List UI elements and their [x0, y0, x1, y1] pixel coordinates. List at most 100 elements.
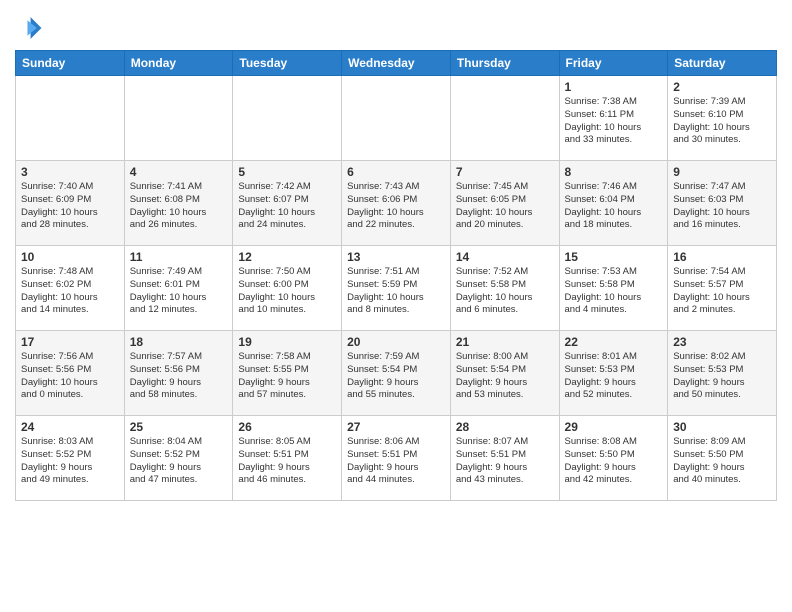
day-info: Sunrise: 7:41 AM Sunset: 6:08 PM Dayligh…: [130, 181, 228, 232]
day-number: 24: [21, 420, 119, 434]
calendar-cell: 5Sunrise: 7:42 AM Sunset: 6:07 PM Daylig…: [233, 161, 342, 246]
day-number: 11: [130, 250, 228, 264]
page-header: [15, 10, 777, 42]
day-number: 27: [347, 420, 445, 434]
calendar-cell: 14Sunrise: 7:52 AM Sunset: 5:58 PM Dayli…: [450, 246, 559, 331]
calendar-cell: 8 Sunrise: 7:46 AM Sunset: 6:04 PM Daylig…: [559, 161, 668, 246]
weekday-header-saturday: Saturday: [668, 51, 777, 76]
day-number: 25: [130, 420, 228, 434]
calendar-cell: 21Sunrise: 8:00 AM Sunset: 5:54 PM Dayli…: [450, 331, 559, 416]
day-info: Sunrise: 8:01 AM Sunset: 5:53 PM Dayligh…: [565, 351, 663, 402]
day-number: 28: [456, 420, 554, 434]
calendar-cell: [233, 76, 342, 161]
calendar-week-3: 10 Sunrise: 7:48 AM Sunset: 6:02 PM Dayli…: [16, 246, 777, 331]
weekday-header-friday: Friday: [559, 51, 668, 76]
weekday-header-tuesday: Tuesday: [233, 51, 342, 76]
day-info: Sunrise: 8:02 AM Sunset: 5:53 PM Dayligh…: [673, 351, 771, 402]
day-info: Sunrise: 8:03 AM Sunset: 5:52 PM Dayligh…: [21, 436, 119, 487]
calendar-cell: 24 Sunrise: 8:03 AM Sunset: 5:52 PM Dayli…: [16, 416, 125, 501]
day-info: Sunrise: 7:58 AM Sunset: 5:55 PM Dayligh…: [238, 351, 336, 402]
calendar-cell: 19 Sunrise: 7:58 AM Sunset: 5:55 PM Dayli…: [233, 331, 342, 416]
calendar-cell: 9Sunrise: 7:47 AM Sunset: 6:03 PM Daylig…: [668, 161, 777, 246]
day-info: Sunrise: 7:38 AM Sunset: 6:11 PM Dayligh…: [565, 96, 663, 147]
calendar-cell: 15 Sunrise: 7:53 AM Sunset: 5:58 PM Dayli…: [559, 246, 668, 331]
day-info: Sunrise: 8:05 AM Sunset: 5:51 PM Dayligh…: [238, 436, 336, 487]
day-info: Sunrise: 7:42 AM Sunset: 6:07 PM Dayligh…: [238, 181, 336, 232]
day-number: 22: [565, 335, 663, 349]
day-info: Sunrise: 7:45 AM Sunset: 6:05 PM Dayligh…: [456, 181, 554, 232]
calendar-cell: 29 Sunrise: 8:08 AM Sunset: 5:50 PM Dayli…: [559, 416, 668, 501]
day-number: 14: [456, 250, 554, 264]
day-info: Sunrise: 8:08 AM Sunset: 5:50 PM Dayligh…: [565, 436, 663, 487]
day-number: 6: [347, 165, 445, 179]
day-number: 2: [673, 80, 771, 94]
calendar-cell: [342, 76, 451, 161]
day-number: 16: [673, 250, 771, 264]
calendar-cell: 26 Sunrise: 8:05 AM Sunset: 5:51 PM Dayli…: [233, 416, 342, 501]
calendar-week-2: 3Sunrise: 7:40 AM Sunset: 6:09 PM Daylig…: [16, 161, 777, 246]
day-number: 15: [565, 250, 663, 264]
day-info: Sunrise: 7:40 AM Sunset: 6:09 PM Dayligh…: [21, 181, 119, 232]
day-number: 18: [130, 335, 228, 349]
calendar-week-4: 17Sunrise: 7:56 AM Sunset: 5:56 PM Dayli…: [16, 331, 777, 416]
calendar-cell: 22 Sunrise: 8:01 AM Sunset: 5:53 PM Dayli…: [559, 331, 668, 416]
day-info: Sunrise: 7:39 AM Sunset: 6:10 PM Dayligh…: [673, 96, 771, 147]
weekday-header-thursday: Thursday: [450, 51, 559, 76]
calendar-cell: 17Sunrise: 7:56 AM Sunset: 5:56 PM Dayli…: [16, 331, 125, 416]
calendar-week-5: 24 Sunrise: 8:03 AM Sunset: 5:52 PM Dayli…: [16, 416, 777, 501]
calendar-cell: [450, 76, 559, 161]
weekday-header-monday: Monday: [124, 51, 233, 76]
day-info: Sunrise: 8:07 AM Sunset: 5:51 PM Dayligh…: [456, 436, 554, 487]
day-number: 19: [238, 335, 336, 349]
calendar-cell: 3Sunrise: 7:40 AM Sunset: 6:09 PM Daylig…: [16, 161, 125, 246]
calendar-cell: 13 Sunrise: 7:51 AM Sunset: 5:59 PM Dayli…: [342, 246, 451, 331]
day-info: Sunrise: 7:49 AM Sunset: 6:01 PM Dayligh…: [130, 266, 228, 317]
calendar-cell: 7 Sunrise: 7:45 AM Sunset: 6:05 PM Daylig…: [450, 161, 559, 246]
calendar-cell: 4 Sunrise: 7:41 AM Sunset: 6:08 PM Daylig…: [124, 161, 233, 246]
day-info: Sunrise: 7:54 AM Sunset: 5:57 PM Dayligh…: [673, 266, 771, 317]
day-number: 8: [565, 165, 663, 179]
calendar-header-row: SundayMondayTuesdayWednesdayThursdayFrid…: [16, 51, 777, 76]
day-info: Sunrise: 7:46 AM Sunset: 6:04 PM Dayligh…: [565, 181, 663, 232]
logo-icon: [15, 14, 43, 42]
day-number: 9: [673, 165, 771, 179]
calendar-cell: 30 Sunrise: 8:09 AM Sunset: 5:50 PM Dayli…: [668, 416, 777, 501]
calendar-cell: 10 Sunrise: 7:48 AM Sunset: 6:02 PM Dayli…: [16, 246, 125, 331]
day-info: Sunrise: 8:09 AM Sunset: 5:50 PM Dayligh…: [673, 436, 771, 487]
day-number: 4: [130, 165, 228, 179]
day-number: 20: [347, 335, 445, 349]
day-info: Sunrise: 7:50 AM Sunset: 6:00 PM Dayligh…: [238, 266, 336, 317]
calendar-cell: 16 Sunrise: 7:54 AM Sunset: 5:57 PM Dayli…: [668, 246, 777, 331]
calendar-cell: 23Sunrise: 8:02 AM Sunset: 5:53 PM Dayli…: [668, 331, 777, 416]
calendar-cell: [124, 76, 233, 161]
day-info: Sunrise: 8:06 AM Sunset: 5:51 PM Dayligh…: [347, 436, 445, 487]
calendar-cell: 6 Sunrise: 7:43 AM Sunset: 6:06 PM Daylig…: [342, 161, 451, 246]
day-info: Sunrise: 7:53 AM Sunset: 5:58 PM Dayligh…: [565, 266, 663, 317]
calendar-cell: 20 Sunrise: 7:59 AM Sunset: 5:54 PM Dayli…: [342, 331, 451, 416]
day-number: 30: [673, 420, 771, 434]
calendar-cell: 28 Sunrise: 8:07 AM Sunset: 5:51 PM Dayli…: [450, 416, 559, 501]
day-number: 12: [238, 250, 336, 264]
calendar-cell: 1 Sunrise: 7:38 AM Sunset: 6:11 PM Daylig…: [559, 76, 668, 161]
day-number: 26: [238, 420, 336, 434]
day-number: 21: [456, 335, 554, 349]
day-number: 13: [347, 250, 445, 264]
weekday-header-sunday: Sunday: [16, 51, 125, 76]
day-number: 7: [456, 165, 554, 179]
day-info: Sunrise: 7:51 AM Sunset: 5:59 PM Dayligh…: [347, 266, 445, 317]
calendar-cell: 27 Sunrise: 8:06 AM Sunset: 5:51 PM Dayli…: [342, 416, 451, 501]
day-number: 10: [21, 250, 119, 264]
calendar-cell: 2 Sunrise: 7:39 AM Sunset: 6:10 PM Daylig…: [668, 76, 777, 161]
calendar-week-1: 1 Sunrise: 7:38 AM Sunset: 6:11 PM Daylig…: [16, 76, 777, 161]
weekday-header-wednesday: Wednesday: [342, 51, 451, 76]
calendar-table: SundayMondayTuesdayWednesdayThursdayFrid…: [15, 50, 777, 501]
day-number: 1: [565, 80, 663, 94]
day-number: 17: [21, 335, 119, 349]
calendar-cell: 12 Sunrise: 7:50 AM Sunset: 6:00 PM Dayli…: [233, 246, 342, 331]
logo: [15, 14, 47, 42]
day-info: Sunrise: 7:43 AM Sunset: 6:06 PM Dayligh…: [347, 181, 445, 232]
calendar-cell: [16, 76, 125, 161]
day-info: Sunrise: 7:48 AM Sunset: 6:02 PM Dayligh…: [21, 266, 119, 317]
day-number: 29: [565, 420, 663, 434]
day-info: Sunrise: 7:59 AM Sunset: 5:54 PM Dayligh…: [347, 351, 445, 402]
